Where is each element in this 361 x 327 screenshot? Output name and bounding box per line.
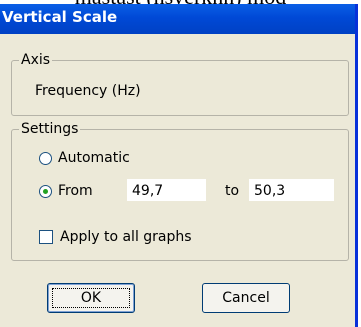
from-input[interactable]: 49,7 (127, 179, 206, 201)
axis-value: Frequency (Hz) (35, 83, 141, 99)
cancel-button-label: Cancel (222, 290, 270, 306)
ok-focus-rect (52, 288, 130, 308)
axis-group: Axis Frequency (Hz) (11, 52, 349, 116)
ok-button[interactable]: OK (47, 283, 135, 313)
settings-group: Settings Automatic From 49,7 to 50,3 App… (11, 121, 349, 261)
settings-group-label: Settings (19, 121, 81, 137)
title-bar[interactable]: Vertical Scale (0, 4, 355, 34)
to-label: to (225, 183, 240, 199)
apply-all-label[interactable]: Apply to all graphs (60, 229, 192, 245)
automatic-radio[interactable] (39, 152, 52, 165)
dialog-title: Vertical Scale (2, 8, 118, 26)
automatic-radio-label[interactable]: Automatic (58, 150, 130, 166)
cancel-button[interactable]: Cancel (202, 283, 290, 313)
apply-all-checkbox[interactable] (39, 230, 53, 244)
from-radio[interactable] (39, 185, 52, 198)
to-input[interactable]: 50,3 (249, 179, 334, 201)
from-radio-selected-dot (43, 189, 48, 194)
vertical-scale-dialog: Vertical Scale Axis Frequency (Hz) Setti… (0, 4, 358, 327)
from-radio-label[interactable]: From (58, 183, 93, 199)
axis-group-label: Axis (19, 52, 53, 68)
